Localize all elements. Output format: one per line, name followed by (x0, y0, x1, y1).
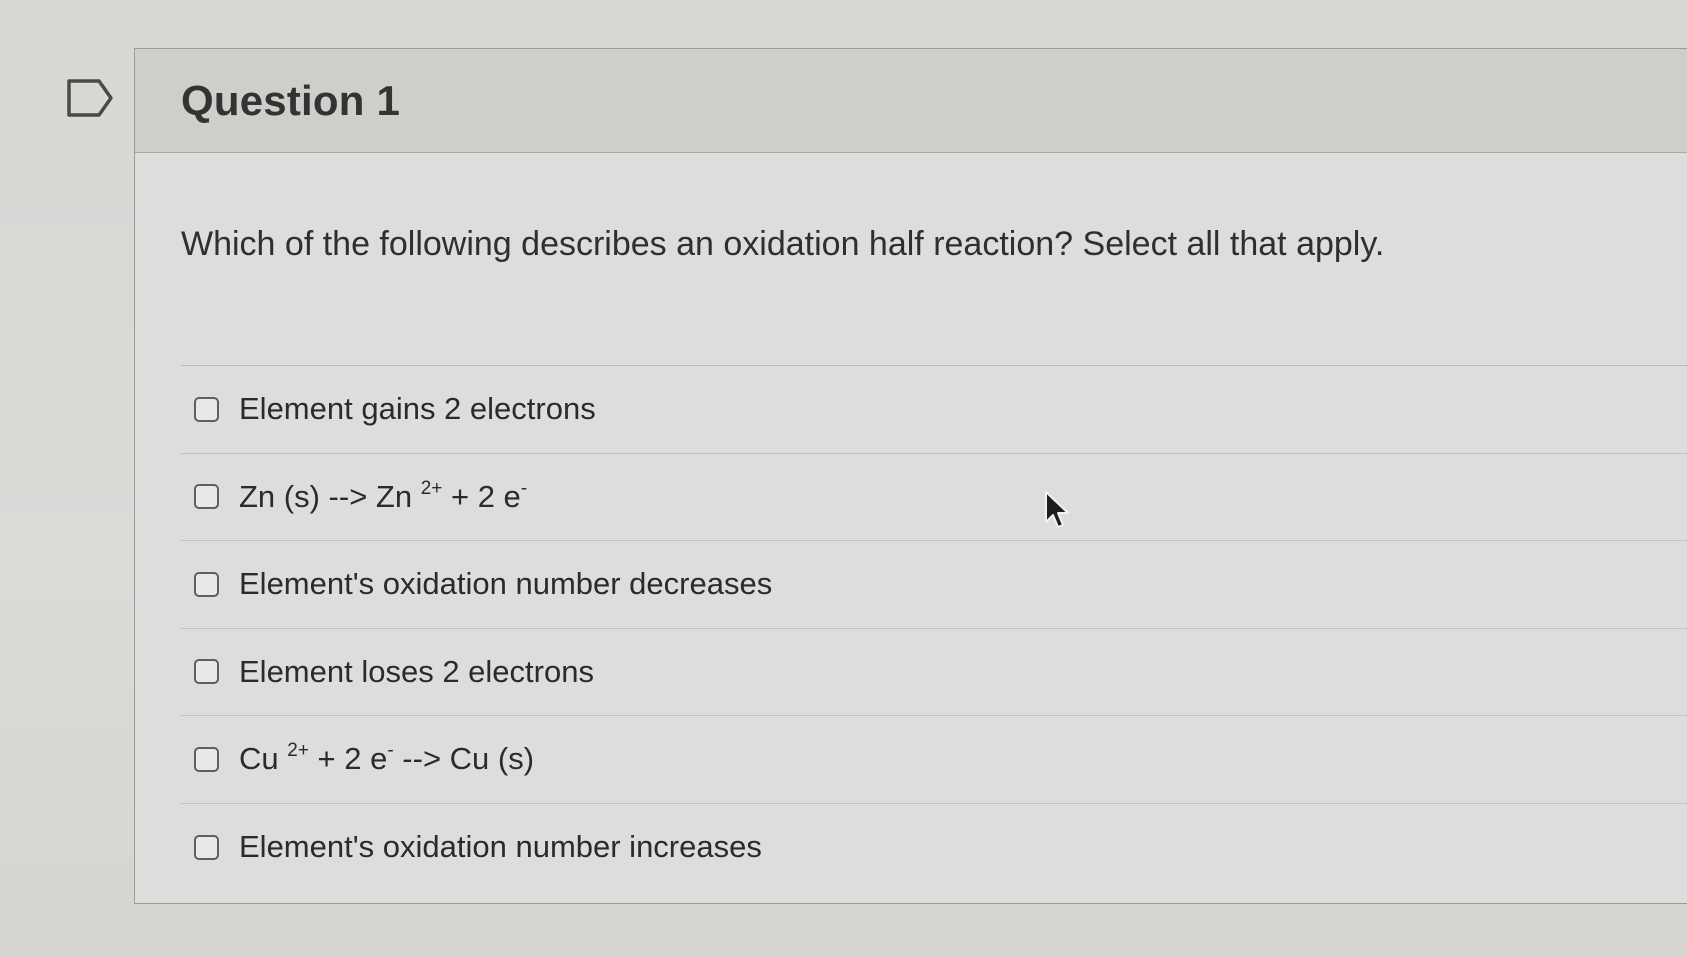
checkbox-icon[interactable] (194, 659, 219, 685)
page: Question 1 Which of the following descri… (0, 0, 1687, 957)
answer-option[interactable]: Element's oxidation number increases (181, 804, 1687, 892)
question-body: Which of the following describes an oxid… (135, 153, 1687, 891)
answer-option[interactable]: Cu 2+ + 2 e- --> Cu (s) (181, 716, 1687, 804)
checkbox-icon[interactable] (194, 834, 219, 860)
answer-option[interactable]: Element's oxidation number decreases (181, 541, 1687, 629)
answer-options: Element gains 2 electrons Zn (s) --> Zn … (181, 365, 1687, 891)
question-prompt: Which of the following describes an oxid… (181, 225, 1385, 263)
answer-option-label: Element's oxidation number decreases (239, 566, 773, 602)
answer-option-label: Element gains 2 electrons (239, 391, 596, 427)
mouse-pointer-icon (1045, 491, 1069, 528)
answer-option-label: Cu 2+ + 2 e- --> Cu (s) (239, 740, 535, 777)
answer-option-label: Zn (s) --> Zn 2+ + 2 e- (239, 477, 528, 514)
answer-option[interactable]: Element loses 2 electrons (181, 629, 1687, 716)
question-header: Question 1 (135, 49, 1687, 153)
answer-option[interactable]: Element gains 2 electrons (181, 366, 1687, 454)
checkbox-icon[interactable] (194, 484, 219, 510)
question-title: Question 1 (181, 76, 401, 124)
flag-icon[interactable] (66, 78, 114, 118)
checkbox-icon[interactable] (194, 746, 219, 772)
answer-option[interactable]: Zn (s) --> Zn 2+ + 2 e- (181, 454, 1687, 541)
answer-option-label: Element's oxidation number increases (239, 829, 762, 865)
checkbox-icon[interactable] (194, 571, 219, 597)
checkbox-icon[interactable] (194, 396, 219, 422)
question-card: Question 1 Which of the following descri… (134, 48, 1687, 904)
answer-option-label: Element loses 2 electrons (239, 653, 594, 689)
